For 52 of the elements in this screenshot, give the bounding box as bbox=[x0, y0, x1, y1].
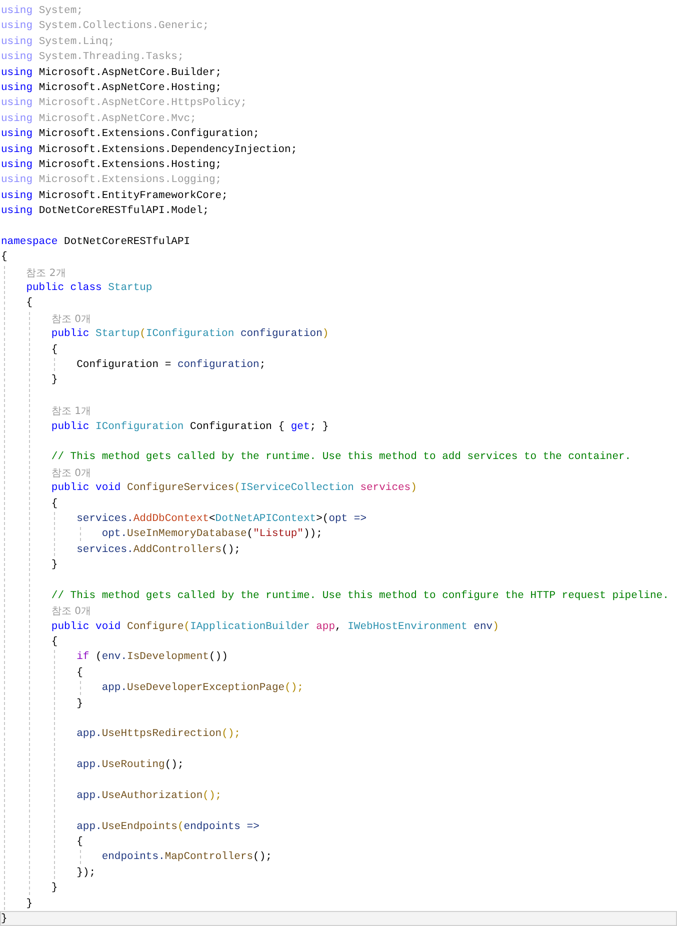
code-line: { bbox=[76, 835, 83, 848]
code-line: app.UseHttpsRedirection(); bbox=[76, 727, 240, 741]
code-line: using Microsoft.AspNetCore.Builder; bbox=[1, 66, 222, 79]
code-line: using System; bbox=[1, 4, 83, 18]
code-line: using System.Linq; bbox=[1, 34, 114, 48]
code-line: using DotNetCoreRESTfulAPI.Model; bbox=[1, 204, 209, 218]
code-line: app.UseEndpoints(endpoints => bbox=[76, 820, 260, 834]
code-line: } bbox=[1, 912, 8, 926]
code-line: { bbox=[50, 496, 58, 510]
code-line: { bbox=[50, 635, 58, 648]
code-line: using Microsoft.Extensions.Hosting; bbox=[1, 158, 222, 172]
code-line: services.AddDbContext<DotNetAPIContext>(opt => bbox=[76, 512, 367, 526]
code-line: public void ConfigureServices(IServiceCollection services) bbox=[50, 481, 417, 494]
code-line: public Startup(IConfiguration configuration) bbox=[50, 327, 329, 341]
reference-count-link[interactable]: 참조 0개 bbox=[51, 312, 91, 326]
code-line: using Microsoft.AspNetCore.HttpsPolicy; bbox=[1, 96, 247, 110]
code-line: // This method gets called by the runtime. Use this method to configure the HTTP request pipeline. bbox=[50, 588, 669, 602]
code-line: services.AddControllers(); bbox=[76, 542, 240, 556]
code-line: opt.UseInMemoryDatabase("Listup")); bbox=[100, 527, 322, 541]
code-line: using System.Collections.Generic; bbox=[1, 19, 209, 33]
code-line: using Microsoft.Extensions.Configuration; bbox=[1, 127, 260, 141]
code-line: Configuration = configuration; bbox=[76, 358, 266, 372]
code-line: namespace DotNetCoreRESTfulAPI bbox=[1, 234, 190, 248]
code-line: { bbox=[25, 296, 33, 310]
reference-count-link[interactable]: 참조 0개 bbox=[51, 466, 91, 480]
reference-count-link[interactable]: 참조 1개 bbox=[51, 404, 91, 418]
code-line: public class Startup bbox=[25, 281, 152, 294]
code-line: if (env.IsDevelopment()) bbox=[76, 650, 228, 664]
code-line: } bbox=[25, 896, 33, 910]
code-line: { bbox=[76, 666, 83, 680]
reference-count-link[interactable]: 참조 0개 bbox=[51, 604, 91, 618]
code-line: using Microsoft.Extensions.DependencyInjection; bbox=[1, 142, 298, 156]
code-line: using System.Threading.Tasks; bbox=[1, 50, 184, 64]
code-line: using Microsoft.AspNetCore.Hosting; bbox=[1, 80, 222, 94]
code-line: public IConfiguration Configuration { get; } bbox=[50, 420, 329, 433]
code-line: app.UseDeveloperExceptionPage(); bbox=[100, 681, 304, 695]
code-line: } bbox=[50, 373, 58, 387]
code-line: { bbox=[1, 250, 8, 264]
code-line: } bbox=[50, 558, 58, 572]
code-line: }); bbox=[76, 866, 96, 880]
code-line: app.UseAuthorization(); bbox=[76, 788, 222, 802]
reference-count-link[interactable]: 참조 2개 bbox=[26, 266, 66, 280]
code-line: } bbox=[76, 696, 83, 710]
code-line: public void Configure(IApplicationBuilder app, IWebHostEnvironment env) bbox=[50, 620, 499, 634]
code-line: using Microsoft.AspNetCore.Mvc; bbox=[1, 112, 196, 126]
code-line: } bbox=[50, 881, 58, 895]
code-line: using Microsoft.Extensions.Logging; bbox=[1, 173, 222, 187]
code-line: endpoints.MapControllers(); bbox=[100, 850, 272, 864]
code-line: // This method gets called by the runtime. Use this method to add services to the container. bbox=[50, 450, 632, 464]
code-line: { bbox=[50, 342, 58, 356]
code-line: using Microsoft.EntityFrameworkCore; bbox=[1, 188, 228, 202]
code-line: app.UseRouting(); bbox=[76, 758, 184, 772]
